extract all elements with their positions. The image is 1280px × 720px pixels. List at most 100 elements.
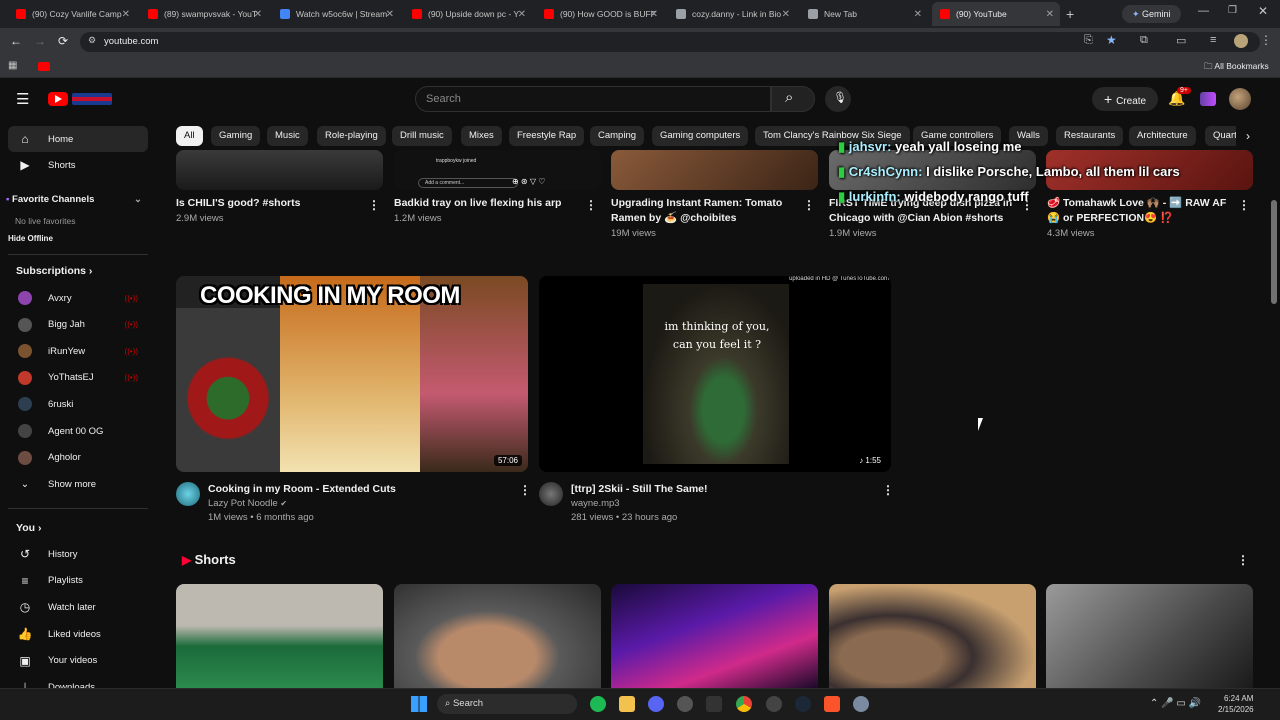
- more-options-icon[interactable]: ⋮: [368, 198, 380, 212]
- page-scrollbar[interactable]: [1271, 200, 1277, 304]
- short-thumbnail[interactable]: [176, 584, 383, 688]
- close-tab-icon[interactable]: ✕: [782, 9, 790, 20]
- browser-tab[interactable]: Watch w5oc6w | Stream ✕: [272, 2, 400, 26]
- close-tab-icon[interactable]: ✕: [650, 9, 658, 20]
- filter-chip[interactable]: Restaurants: [1056, 126, 1124, 146]
- subscription-item[interactable]: Agent 00 OG: [8, 418, 148, 444]
- short-thumbnail[interactable]: [394, 584, 601, 688]
- subscription-item[interactable]: 6ruski: [8, 391, 148, 417]
- browser-tab[interactable]: (90) Upside down pc - Y ✕: [404, 2, 532, 26]
- video-title-line2[interactable]: Ramen by 🍝 @choibites: [611, 211, 796, 225]
- discord-icon[interactable]: [648, 696, 664, 712]
- hide-offline-toggle[interactable]: Hide Offline: [8, 234, 53, 243]
- settings-icon[interactable]: [853, 696, 869, 712]
- you-header[interactable]: You ›: [16, 522, 41, 534]
- browser-tab[interactable]: (90) YouTube ✕: [932, 2, 1060, 26]
- create-button[interactable]: + Create: [1092, 87, 1159, 111]
- browser-tab[interactable]: (89) swampvsvak - YouT ✕: [140, 2, 268, 26]
- media-control-icon[interactable]: ≡: [1210, 34, 1216, 46]
- subscription-item[interactable]: Avxry ((•)): [8, 285, 148, 311]
- filter-chip[interactable]: Drill music: [392, 126, 452, 146]
- close-tab-icon[interactable]: ✕: [518, 9, 526, 20]
- search-button[interactable]: ⌕: [771, 86, 815, 112]
- apps-grid-icon[interactable]: ▦: [8, 60, 17, 71]
- minimize-button[interactable]: —: [1198, 5, 1209, 17]
- side-panel-icon[interactable]: ▭: [1176, 34, 1186, 47]
- video-thumbnail[interactable]: [611, 150, 818, 190]
- short-thumbnail[interactable]: [829, 584, 1036, 688]
- hamburger-menu-icon[interactable]: ☰: [16, 90, 29, 108]
- channel-avatar[interactable]: [539, 482, 563, 506]
- show-more-button[interactable]: ⌄ Show more: [8, 471, 148, 497]
- forward-icon[interactable]: →: [34, 34, 46, 48]
- video-title[interactable]: Is CHILI'S good? #shorts: [176, 196, 356, 210]
- video-title[interactable]: [ttrp] 2Skii - Still The Same!: [571, 482, 861, 496]
- obs-icon[interactable]: [677, 696, 693, 712]
- site-info-icon[interactable]: ⚙: [88, 35, 96, 46]
- subscription-item[interactable]: iRunYew ((•)): [8, 338, 148, 364]
- new-tab-button[interactable]: +: [1066, 6, 1074, 22]
- chrome-icon[interactable]: [736, 696, 752, 712]
- video-thumbnail[interactable]: [176, 150, 383, 190]
- channel-avatar[interactable]: [176, 482, 200, 506]
- subscription-item[interactable]: Bigg Jah ((•)): [8, 312, 148, 338]
- youtube-logo[interactable]: [48, 91, 114, 107]
- profile-icon[interactable]: [1234, 34, 1248, 48]
- more-options-icon[interactable]: ⋮: [1237, 553, 1249, 567]
- channel-name[interactable]: Lazy Pot Noodle ✔: [208, 497, 287, 511]
- sidebar-item-liked-videos[interactable]: 👍 Liked videos: [8, 621, 148, 647]
- filter-chip[interactable]: Camping: [590, 126, 645, 146]
- filter-chip[interactable]: Mixes: [461, 126, 502, 146]
- video-thumbnail[interactable]: COOKING IN MY ROOM 57:06: [176, 276, 528, 472]
- clock-date[interactable]: 2/15/2026: [1218, 705, 1254, 714]
- extensions-icon[interactable]: ⧉: [1140, 34, 1148, 47]
- windows-start-icon[interactable]: [411, 696, 427, 712]
- video-title[interactable]: Cooking in my Room - Extended Cuts: [208, 482, 498, 496]
- short-thumbnail[interactable]: [611, 584, 818, 688]
- video-thumbnail[interactable]: uploaded in HD @ TunesToTube.com im thin…: [539, 276, 891, 472]
- browser-tab[interactable]: cozy.danny - Link in Bio ✕: [668, 2, 796, 26]
- close-tab-icon[interactable]: ✕: [386, 9, 394, 20]
- brave-icon[interactable]: [824, 696, 840, 712]
- sidebar-item-playlists[interactable]: ≡ Playlists: [8, 568, 148, 594]
- filter-chip[interactable]: Gaming: [211, 126, 261, 146]
- more-options-icon[interactable]: ⋮: [803, 198, 815, 212]
- twitch-extension-icon[interactable]: [1200, 92, 1216, 106]
- sidebar-item-home[interactable]: ⌂ Home: [8, 126, 148, 152]
- sidebar-item-your-videos[interactable]: ▣ Your videos: [8, 648, 148, 674]
- spotify-icon[interactable]: [590, 696, 606, 712]
- video-title-line2[interactable]: Chicago with @Cian Abion #shorts: [829, 211, 1019, 225]
- maximize-button[interactable]: ❐: [1228, 5, 1237, 16]
- video-thumbnail[interactable]: trappboykw joined Add a comment... ⊕ ⊛ ▽…: [394, 150, 601, 190]
- voice-search-button[interactable]: 🎙: [825, 86, 851, 112]
- video-title-line2[interactable]: 😭 or PERFECTION😍 ⁉️: [1047, 211, 1232, 225]
- steam-icon[interactable]: [795, 696, 811, 712]
- sidebar-item-shorts[interactable]: ▶ Shorts: [8, 152, 148, 178]
- browser-menu-icon[interactable]: ⋮: [1260, 33, 1272, 47]
- epic-games-icon[interactable]: [706, 696, 722, 712]
- more-options-icon[interactable]: ⋮: [882, 483, 894, 497]
- all-bookmarks[interactable]: 🗀 All Bookmarks: [1204, 61, 1269, 75]
- youtube-bookmark-icon[interactable]: [38, 62, 50, 71]
- install-icon[interactable]: ⎘: [1084, 34, 1093, 47]
- close-tab-icon[interactable]: ✕: [914, 9, 922, 20]
- sidebar-item-watch-later[interactable]: ◷ Watch later: [8, 594, 148, 620]
- filter-chip[interactable]: Freestyle Rap: [509, 126, 585, 146]
- video-title[interactable]: Upgrading Instant Ramen: Tomato: [611, 196, 796, 210]
- close-tab-icon[interactable]: ✕: [122, 9, 130, 20]
- filter-chip[interactable]: Architecture: [1129, 126, 1196, 146]
- channel-name[interactable]: wayne.mp3: [571, 497, 620, 511]
- browser-tab[interactable]: (90) Cozy Vanlife Camp ✕: [8, 2, 136, 26]
- clock-time[interactable]: 6:24 AM: [1224, 694, 1253, 703]
- taskbar-search[interactable]: ⌕ Search: [437, 694, 577, 714]
- address-bar[interactable]: ⚙ youtube.com ⎘ ★: [80, 32, 1260, 52]
- chips-next-arrow[interactable]: ›: [1236, 124, 1260, 148]
- subscription-item[interactable]: Agholor: [8, 445, 148, 471]
- browser-tab[interactable]: New Tab ✕: [800, 2, 928, 26]
- file-explorer-icon[interactable]: [619, 696, 635, 712]
- close-tab-icon[interactable]: ✕: [1046, 9, 1054, 20]
- more-options-icon[interactable]: ⋮: [1238, 198, 1250, 212]
- filter-chip[interactable]: Music: [267, 126, 308, 146]
- close-tab-icon[interactable]: ✕: [254, 9, 262, 20]
- gemini-button[interactable]: ✦ Gemini: [1122, 5, 1181, 23]
